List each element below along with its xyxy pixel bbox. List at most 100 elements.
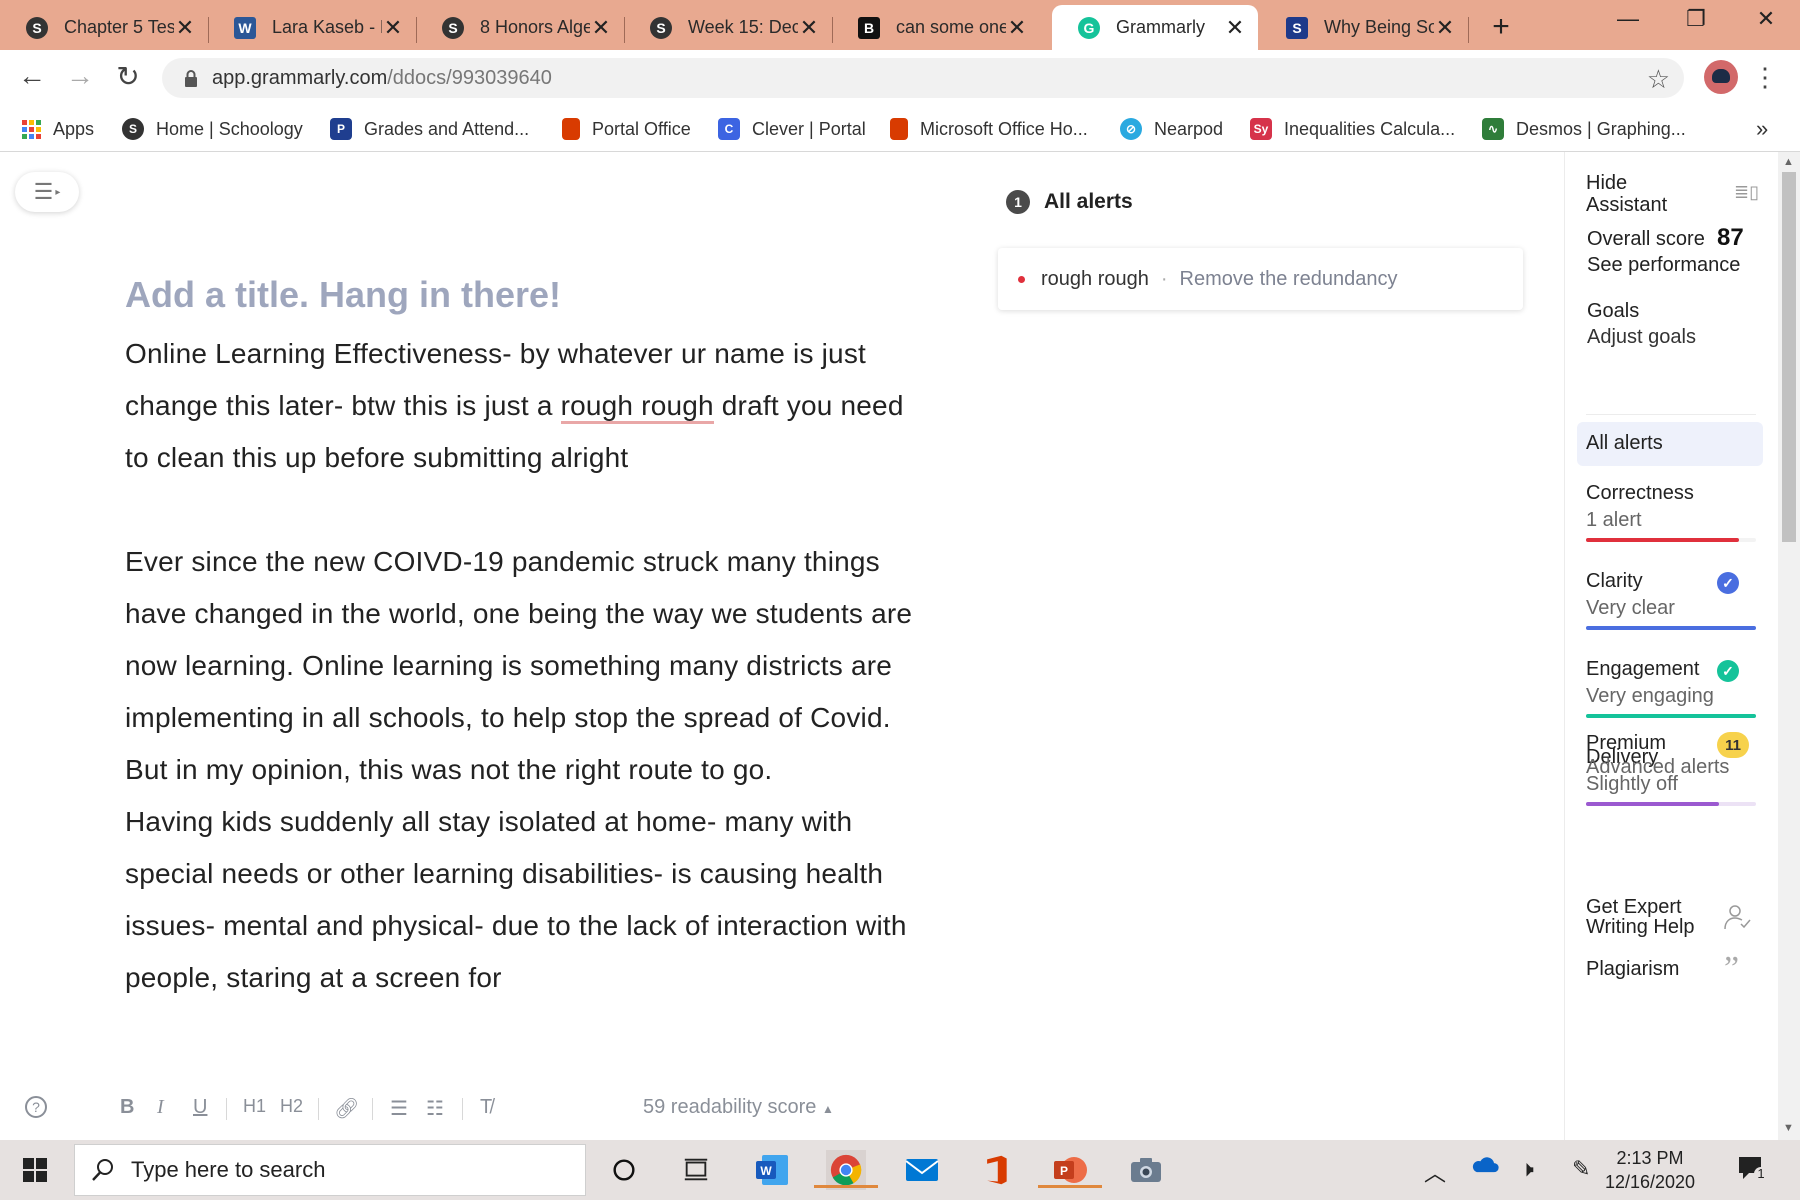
bookmark-item[interactable]: P Grades and Attend... <box>330 115 529 143</box>
sidebar-item-all-alerts[interactable]: All alerts <box>1577 422 1763 466</box>
bookmark-apps[interactable]: Apps <box>22 115 94 143</box>
chevron-up-icon[interactable]: ︿ <box>1424 1156 1446 1188</box>
word-app-icon[interactable]: W <box>752 1150 792 1190</box>
toolbar-divider <box>318 1098 319 1120</box>
bookmark-item[interactable]: Portal Office <box>562 115 691 143</box>
goals-section[interactable]: Goals Adjust goals <box>1587 300 1767 356</box>
goals-label: Goals <box>1587 300 1640 322</box>
profile-avatar[interactable] <box>1704 60 1738 94</box>
category-progress-bar <box>1586 714 1756 718</box>
close-icon[interactable]: ✕ <box>382 15 404 41</box>
onedrive-icon[interactable] <box>1470 1154 1500 1180</box>
help-icon[interactable]: ? <box>25 1096 47 1118</box>
numbered-list-icon[interactable]: ☰ <box>390 1096 408 1121</box>
forward-icon[interactable]: → <box>62 60 98 96</box>
bookmark-item[interactable]: ∿ Desmos | Graphing... <box>1482 115 1686 143</box>
expert-writing-help-button[interactable]: Get Expert Writing Help <box>1586 896 1766 942</box>
link-icon[interactable]: 🔗︎ <box>334 1096 359 1121</box>
scroll-thumb[interactable] <box>1782 172 1796 542</box>
category-title: Engagement <box>1586 658 1700 680</box>
new-tab-button[interactable]: + <box>1484 10 1518 44</box>
close-icon[interactable]: ✕ <box>590 15 612 41</box>
scroll-up-icon[interactable]: ▲ <box>1783 156 1794 168</box>
browser-tab[interactable]: S Week 15: Dec ✕ <box>624 5 833 50</box>
adjust-goals-link[interactable]: Adjust goals <box>1587 326 1696 348</box>
camera-app-icon[interactable] <box>1126 1150 1166 1190</box>
browser-tab[interactable]: S Chapter 5 Test ✕ <box>0 5 209 50</box>
check-circle-icon: ✓ <box>1717 660 1739 682</box>
more-bookmarks-icon[interactable]: » <box>1756 116 1768 142</box>
bookmark-item[interactable]: Microsoft Office Ho... <box>890 115 1088 143</box>
plagiarism-button[interactable]: Plagiarism ” <box>1586 950 1766 987</box>
schoology-icon: S <box>650 16 672 39</box>
tab-title: 8 Honors Alge <box>480 17 590 37</box>
restore-icon[interactable]: ❐ <box>1676 6 1716 42</box>
tab-title: Chapter 5 Test <box>64 17 174 37</box>
notification-count: 1 <box>1754 1167 1768 1181</box>
document-body[interactable]: Online Learning Effectiveness- by whatev… <box>125 328 915 1004</box>
heading1-button[interactable]: H1 <box>243 1096 266 1117</box>
close-window-icon[interactable]: ✕ <box>1746 6 1786 42</box>
back-icon[interactable]: ← <box>14 60 50 96</box>
taskbar-search-box[interactable]: Type here to search <box>74 1144 586 1196</box>
cortana-icon[interactable] <box>604 1150 644 1190</box>
close-icon[interactable]: ✕ <box>174 15 196 41</box>
volume-icon[interactable]: 🕨 <box>1520 1156 1534 1182</box>
close-icon[interactable]: ✕ <box>798 15 820 41</box>
task-view-icon[interactable] <box>676 1150 716 1190</box>
heading2-button[interactable]: H2 <box>280 1096 303 1117</box>
bookmark-item[interactable]: S Home | Schoology <box>122 115 303 143</box>
browser-tab[interactable]: S 8 Honors Alge ✕ <box>416 5 625 50</box>
category-title: Correctness <box>1586 482 1694 504</box>
toolbar-divider <box>372 1098 373 1120</box>
category-progress-bar <box>1586 538 1756 542</box>
bold-button[interactable]: B <box>120 1096 134 1119</box>
chrome-app-icon[interactable] <box>814 1150 878 1190</box>
sidebar-item-clarity[interactable]: Clarity ✓ Very clear <box>1565 570 1775 636</box>
readability-score[interactable]: 59 readability score ▲ <box>643 1096 834 1119</box>
italic-button[interactable]: I <box>157 1096 164 1119</box>
browser-menu-icon[interactable]: ⋮ <box>1752 62 1778 93</box>
start-button[interactable] <box>0 1140 70 1200</box>
bookmark-item[interactable]: Sy Inequalities Calcula... <box>1250 115 1455 143</box>
document-title-placeholder[interactable]: Add a title. Hang in there! <box>125 274 561 316</box>
minimize-icon[interactable]: — <box>1608 6 1648 42</box>
bookmark-label: Nearpod <box>1154 118 1224 139</box>
clear-format-icon[interactable]: T̸ <box>480 1096 492 1119</box>
browser-tab-active[interactable]: G Grammarly ✕ <box>1052 5 1258 50</box>
powerpoint-app-icon[interactable]: P <box>1038 1150 1102 1190</box>
page-scrollbar[interactable]: ▲ ▼ <box>1778 152 1800 1140</box>
overall-score-section[interactable]: Overall score 87 See performance <box>1587 224 1767 284</box>
clever-icon: C <box>718 118 740 140</box>
close-icon[interactable]: ✕ <box>1224 15 1246 41</box>
close-icon[interactable]: ✕ <box>1006 15 1028 41</box>
svg-text:W: W <box>760 1164 772 1178</box>
pen-icon[interactable]: ✎ <box>1572 1156 1590 1182</box>
document-menu-button[interactable]: ☰ ▸ <box>15 172 79 212</box>
sidebar-item-correctness[interactable]: Correctness 1 alert <box>1565 482 1775 548</box>
taskbar-clock[interactable]: 2:13 PM 12/16/2020 <box>1600 1146 1700 1194</box>
bookmark-label: Desmos | Graphing... <box>1516 118 1686 139</box>
alerts-title: All alerts <box>1044 190 1133 213</box>
notification-center-icon[interactable]: 1 <box>1736 1154 1768 1182</box>
close-icon[interactable]: ✕ <box>1434 15 1456 41</box>
reload-icon[interactable]: ↻ <box>110 60 146 96</box>
bookmark-item[interactable]: C Clever | Portal <box>718 115 866 143</box>
mail-app-icon[interactable] <box>902 1150 942 1190</box>
address-bar[interactable]: app.grammarly.com/ddocs/993039640 ☆ <box>162 58 1684 98</box>
browser-tab[interactable]: S Why Being So ✕ <box>1260 5 1469 50</box>
bookmark-star-icon[interactable]: ☆ <box>1647 64 1670 95</box>
browser-tab[interactable]: B can some one ✕ <box>832 5 1040 50</box>
bulleted-list-icon[interactable]: ☷ <box>426 1096 444 1121</box>
category-progress-fill <box>1586 714 1756 718</box>
see-performance-link[interactable]: See performance <box>1587 254 1740 276</box>
hide-assistant-button[interactable]: Hide Assistant ≣▯ <box>1586 172 1766 220</box>
browser-tab[interactable]: W Lara Kaseb - E ✕ <box>208 5 417 50</box>
scroll-down-icon[interactable]: ▼ <box>1783 1122 1794 1134</box>
underline-button[interactable]: U <box>193 1096 207 1119</box>
office-app-icon[interactable] <box>976 1150 1016 1190</box>
flagged-text[interactable]: rough rough <box>560 390 714 424</box>
bookmark-item[interactable]: ⊘ Nearpod <box>1120 115 1223 143</box>
alert-card[interactable]: rough rough · Remove the redundancy <box>998 248 1523 310</box>
sidebar-item-engagement[interactable]: Engagement ✓ Very engaging <box>1565 658 1775 724</box>
